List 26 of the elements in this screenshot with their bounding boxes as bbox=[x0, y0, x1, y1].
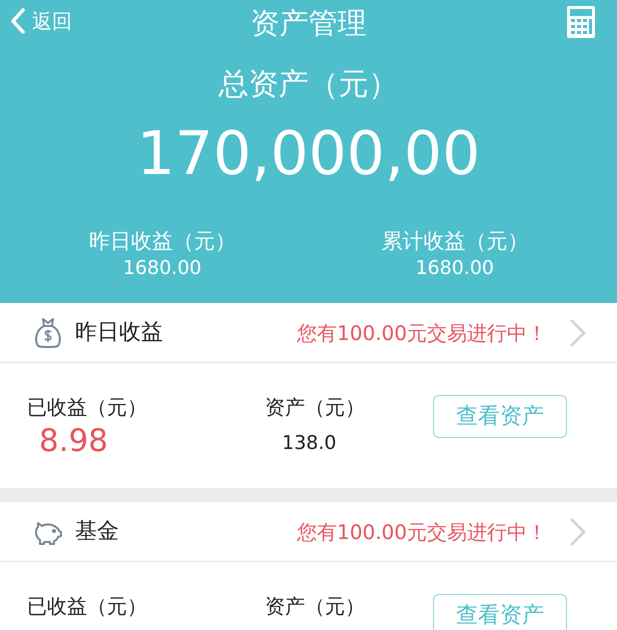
pending-notice: 您有100.00元交易进行中！ bbox=[297, 518, 547, 546]
asset-label: 资产（元） bbox=[265, 394, 366, 421]
asset-value: 138.0 bbox=[282, 431, 338, 456]
product-title: 基金 bbox=[75, 518, 119, 546]
stat-value: 1680.00 bbox=[415, 256, 494, 281]
earned-value: 8.98 bbox=[39, 422, 110, 461]
stat-label: 昨日收益（元） bbox=[88, 228, 236, 255]
earned-label: 已收益（元） bbox=[27, 394, 148, 421]
earned-label: 已收益（元） bbox=[27, 593, 148, 620]
back-button[interactable]: 返回 bbox=[10, 6, 72, 36]
pending-notice: 您有100.00元交易进行中！ bbox=[297, 320, 547, 346]
total-assets-value: 170,000,00 bbox=[136, 119, 482, 189]
money-bag-icon bbox=[33, 316, 63, 348]
stat-label: 累计收益（元） bbox=[381, 228, 528, 255]
chevron-icon bbox=[569, 318, 587, 348]
view-assets-button[interactable]: 查看资产 bbox=[433, 594, 567, 630]
product-row[interactable]: 基金 您有100.00元交易进行中！ bbox=[0, 502, 617, 562]
calculator-icon[interactable] bbox=[567, 6, 595, 38]
page-title: 资产管理 bbox=[250, 5, 366, 42]
product-row[interactable]: 昨日收益 您有100.00元交易进行中！ bbox=[0, 303, 617, 363]
view-assets-button[interactable]: 查看资产 bbox=[433, 395, 567, 438]
product-title: 昨日收益 bbox=[75, 319, 163, 347]
stat-value: 1680.00 bbox=[122, 256, 202, 281]
total-assets-label: 总资产（元） bbox=[217, 66, 400, 104]
asset-label: 资产（元） bbox=[265, 593, 366, 620]
chevron-icon bbox=[569, 516, 587, 546]
